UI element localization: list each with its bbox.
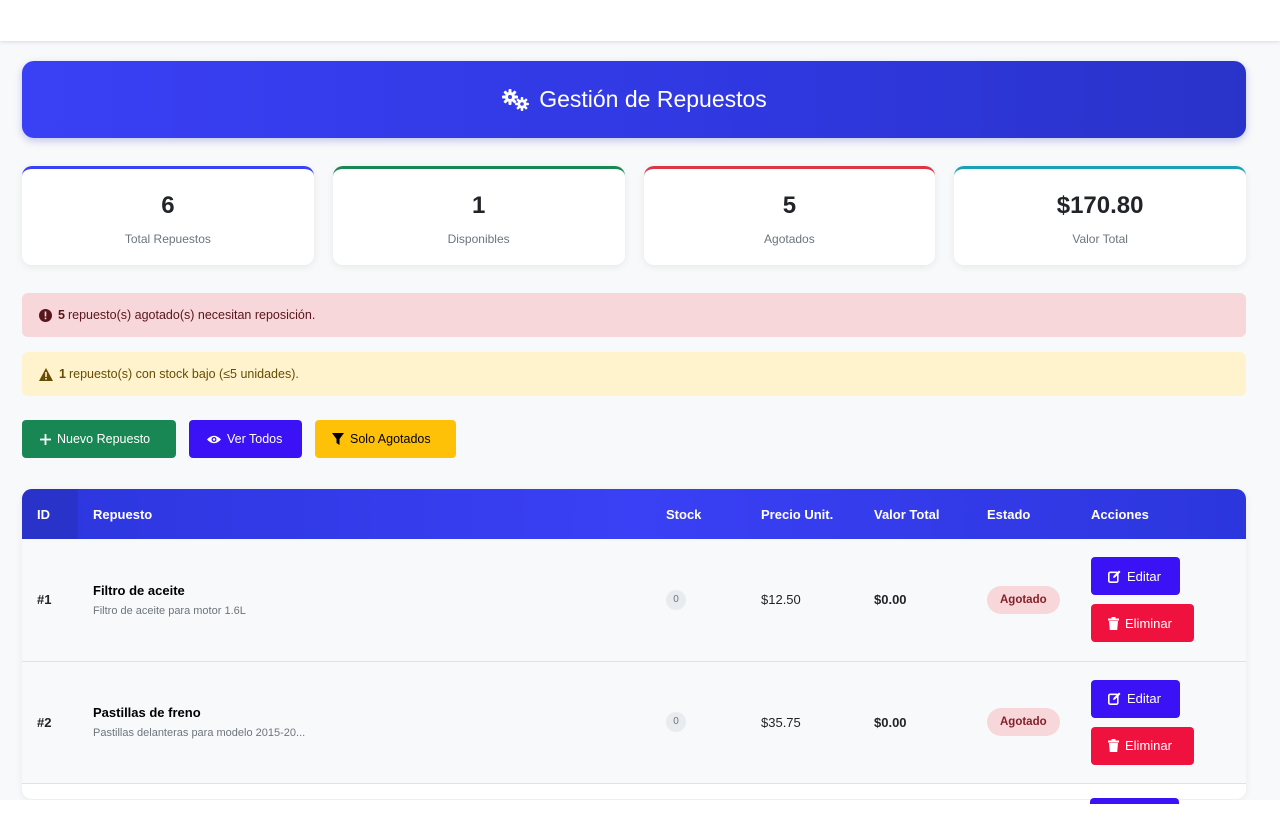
stat-available: 1 Disponibles bbox=[332, 166, 625, 265]
action-buttons: Nuevo Repuesto Ver Todos Solo Agotados bbox=[22, 420, 1246, 458]
out-of-stock-count: 5 bbox=[58, 308, 65, 322]
view-all-button[interactable]: Ver Todos bbox=[189, 420, 302, 458]
stat-available-value: 1 bbox=[471, 192, 486, 219]
low-stock-count: 1 bbox=[59, 367, 66, 381]
stat-total-value: 6 bbox=[161, 192, 175, 219]
new-part-button[interactable]: Nuevo Repuesto bbox=[22, 420, 176, 458]
total-value: $0.00 bbox=[874, 714, 907, 730]
edit-label: Editar bbox=[1127, 568, 1161, 584]
delete-button[interactable]: Eliminar bbox=[1091, 726, 1194, 765]
col-header-part: Repuesto bbox=[93, 506, 153, 522]
gears-icon bbox=[501, 88, 531, 112]
out-of-stock-text: repuesto(s) agotado(s) necesitan reposic… bbox=[67, 308, 316, 322]
view-all-label: Ver Todos bbox=[227, 432, 283, 446]
trash-icon bbox=[1108, 739, 1119, 752]
col-header-status: Estado bbox=[987, 506, 1031, 522]
status-badge: Agotado bbox=[987, 708, 1060, 736]
row-status-cell: Agotado bbox=[972, 539, 1076, 661]
row-actions-cell: Editar Eliminar bbox=[1076, 661, 1246, 783]
top-navbar bbox=[0, 0, 1280, 41]
stock-badge: 0 bbox=[666, 589, 686, 610]
row-part-cell: Pastillas de freno Pastillas delanteras … bbox=[78, 661, 651, 783]
row-status-cell: Agotado bbox=[972, 661, 1076, 783]
stock-badge: 0 bbox=[666, 712, 686, 732]
edit-icon bbox=[1108, 692, 1121, 705]
stat-total-label: Total Repuestos bbox=[124, 232, 211, 246]
only-out-of-stock-label: Solo Agotados bbox=[350, 432, 431, 446]
stat-total-value-amount: $170.80 bbox=[1056, 192, 1144, 219]
part-name: Pastillas de freno bbox=[93, 705, 201, 720]
row-id: #2 bbox=[37, 714, 52, 730]
col-header-unit-price: Precio Unit. bbox=[761, 506, 834, 522]
stat-total-value-card: $170.80 Valor Total bbox=[954, 166, 1246, 265]
next-row-edit-button-peek[interactable] bbox=[1090, 798, 1179, 804]
part-description: Pastillas delanteras para modelo 2015-20… bbox=[93, 727, 306, 739]
edit-icon bbox=[1108, 570, 1121, 583]
table-row: #2 Pastillas de freno Pastillas delanter… bbox=[22, 661, 1246, 783]
stat-out-of-stock-value: 5 bbox=[782, 192, 797, 219]
col-header-actions: Acciones bbox=[1091, 506, 1149, 522]
stat-out-of-stock-label: Agotados bbox=[764, 232, 815, 246]
low-stock-alert: 1 repuesto(s) con stock bajo (≤5 unidade… bbox=[22, 352, 1246, 396]
eye-icon bbox=[207, 434, 221, 445]
col-header-stock: Stock bbox=[666, 506, 702, 522]
parts-table: ID Repuesto Stock Precio Unit. Valor Tot… bbox=[22, 489, 1246, 799]
delete-button[interactable]: Eliminar bbox=[1091, 604, 1194, 643]
edit-button[interactable]: Editar bbox=[1091, 679, 1180, 718]
page-bottom-area bbox=[0, 800, 1280, 835]
row-actions-cell: Editar Eliminar bbox=[1076, 539, 1246, 661]
warning-triangle-icon bbox=[39, 367, 53, 381]
delete-label: Eliminar bbox=[1125, 738, 1172, 753]
table-header-row: ID Repuesto Stock Precio Unit. Valor Tot… bbox=[22, 489, 1246, 539]
row-part-cell: Filtro de aceite Filtro de aceite para m… bbox=[78, 539, 651, 661]
col-header-id: ID bbox=[22, 489, 78, 539]
stat-available-label: Disponibles bbox=[447, 232, 510, 246]
part-description: Filtro de aceite para motor 1.6L bbox=[93, 604, 246, 617]
trash-icon bbox=[1108, 616, 1119, 630]
exclamation-circle-icon bbox=[39, 308, 52, 322]
part-name: Filtro de aceite bbox=[93, 582, 185, 598]
status-badge: Agotado bbox=[987, 585, 1060, 614]
new-part-label: Nuevo Repuesto bbox=[57, 432, 151, 446]
table-row: #1 Filtro de aceite Filtro de aceite par… bbox=[22, 539, 1246, 661]
only-out-of-stock-button[interactable]: Solo Agotados bbox=[315, 420, 456, 458]
edit-button[interactable]: Editar bbox=[1091, 557, 1180, 596]
filter-icon bbox=[332, 433, 344, 445]
stat-total-value-label: Valor Total bbox=[1072, 232, 1128, 246]
out-of-stock-alert: 5 repuesto(s) agotado(s) necesitan repos… bbox=[22, 293, 1246, 337]
stats-row: 6 Total Repuestos 1 Disponibles 5 Agotad… bbox=[22, 166, 1246, 265]
unit-price: $12.50 bbox=[761, 592, 801, 608]
stat-out-of-stock: 5 Agotados bbox=[643, 166, 936, 265]
page-header: Gestión de Repuestos bbox=[22, 61, 1246, 138]
row-id: #1 bbox=[37, 592, 52, 608]
row-stock-cell: 0 bbox=[651, 539, 746, 661]
delete-label: Eliminar bbox=[1125, 615, 1172, 631]
stat-total: 6 Total Repuestos bbox=[22, 166, 314, 265]
unit-price: $35.75 bbox=[761, 714, 801, 730]
row-stock-cell: 0 bbox=[651, 661, 746, 783]
plus-icon bbox=[40, 433, 51, 445]
total-value: $0.00 bbox=[874, 592, 907, 608]
main-container: Gestión de Repuestos 6 Total Repuestos 1… bbox=[22, 61, 1246, 799]
col-header-total-value: Valor Total bbox=[874, 506, 940, 522]
low-stock-text: repuesto(s) con stock bajo (≤5 unidades)… bbox=[68, 367, 299, 381]
edit-label: Editar bbox=[1127, 691, 1161, 706]
page-title: Gestión de Repuestos bbox=[539, 86, 767, 112]
